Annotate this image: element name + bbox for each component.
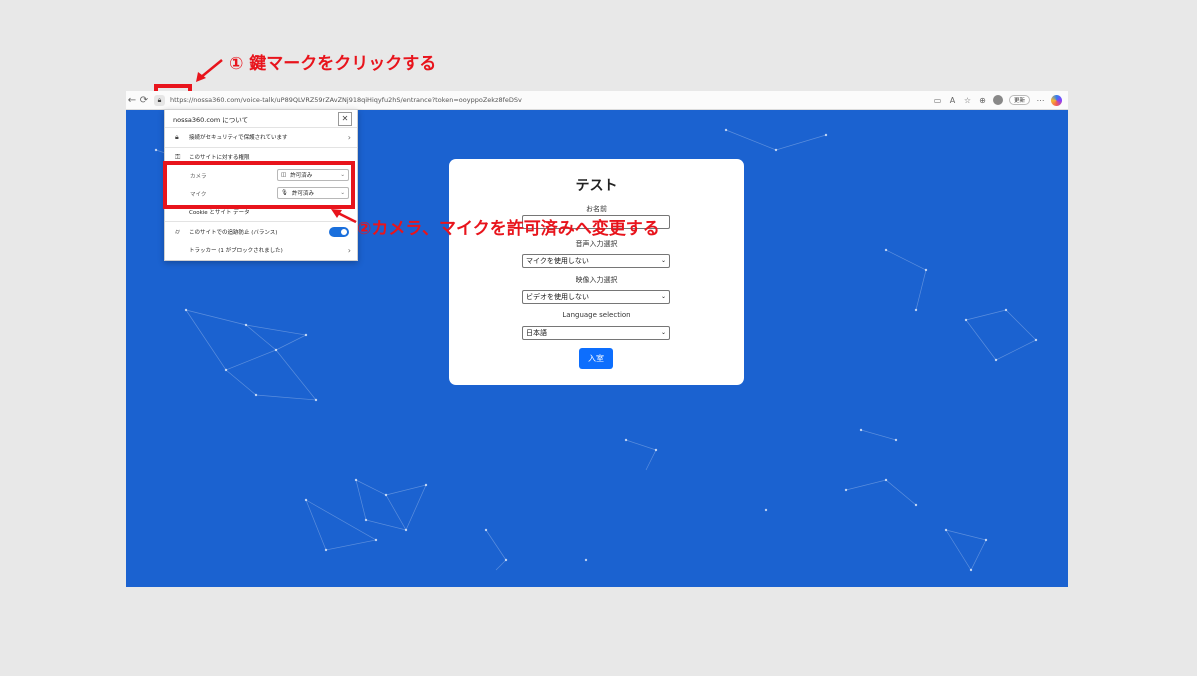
address-bar: ← ⟳ 🔒︎ https://nossa360.com/voice-talk/u…	[126, 91, 1068, 110]
tracking-prevention-toggle[interactable]	[329, 227, 349, 237]
video-select[interactable]: ビデオを使用しない ⌄	[522, 290, 670, 304]
read-aloud-icon[interactable]: A	[948, 96, 957, 105]
copilot-icon[interactable]	[1051, 94, 1062, 106]
back-icon[interactable]: ←	[126, 95, 138, 106]
audio-select-value: マイクを使用しない	[526, 257, 589, 265]
lang-select-value: 日本語	[526, 329, 547, 337]
chevron-down-icon: ⌄	[660, 257, 666, 264]
tracking-prevention-icon: ⌭	[175, 227, 181, 236]
lang-label: Language selection	[562, 311, 631, 319]
favorite-icon[interactable]: ☆	[963, 96, 972, 105]
trackers-row[interactable]: トラッカー (1 がブロックされました) ›	[175, 244, 351, 256]
camera-icon[interactable]: ▭	[933, 96, 942, 105]
annotation-arrow-2	[331, 209, 357, 224]
lock-icon: 🔒︎	[175, 132, 179, 141]
chevron-right-icon: ›	[347, 245, 351, 255]
popup-title: nossa360.com について	[173, 116, 249, 124]
profile-avatar[interactable]	[992, 95, 1003, 105]
name-label: お名前	[586, 205, 607, 213]
cookies-text: Cookie とサイト データ	[189, 210, 250, 216]
toolbar-right: ▭ A ☆ ⊕ 更新 ⋯	[933, 94, 1068, 106]
enter-button[interactable]: 入室	[579, 348, 613, 369]
update-button[interactable]: 更新	[1008, 95, 1030, 105]
url-text[interactable]: https://nossa360.com/voice-talk/uP89QLVR…	[170, 96, 522, 104]
close-icon[interactable]: ✕	[338, 112, 352, 126]
highlight-permissions	[163, 161, 355, 209]
divider	[165, 147, 357, 148]
annotation-step1: ① 鍵マークをクリックする	[229, 54, 437, 74]
annotation-step2: ②カメラ、マイクを許可済みへ変更する	[357, 219, 660, 239]
permissions-header: このサイトに対する権限	[189, 155, 250, 161]
tracking-prevention-text: このサイトでの追跡防止 (バランス)	[189, 230, 278, 236]
video-select-value: ビデオを使用しない	[526, 293, 589, 301]
audio-select[interactable]: マイクを使用しない ⌄	[522, 254, 670, 268]
entrance-form-card: テスト お名前 音声入力選択 マイクを使用しない ⌄ 映像入力選択 ビデオを使用…	[449, 159, 744, 385]
more-icon[interactable]: ⋯	[1036, 96, 1045, 105]
divider	[165, 127, 357, 128]
lock-icon[interactable]: 🔒︎	[154, 94, 165, 106]
form-title: テスト	[575, 178, 618, 194]
connection-text: 接続がセキュリティで保護されています	[189, 135, 288, 141]
tracking-prevention-row: ⌭ このサイトでの追跡防止 (バランス)	[175, 226, 351, 238]
connection-row[interactable]: 🔒︎ 接続がセキュリティで保護されています ›	[175, 131, 351, 143]
video-label: 映像入力選択	[575, 276, 618, 284]
annotation-arrow-1	[196, 59, 223, 82]
chevron-down-icon: ⌄	[660, 293, 666, 300]
chevron-down-icon: ⌄	[660, 329, 666, 336]
collections-icon[interactable]: ⊕	[978, 96, 987, 105]
chevron-right-icon: ›	[347, 132, 351, 142]
refresh-icon[interactable]: ⟳	[138, 95, 150, 106]
divider	[165, 221, 357, 222]
lang-select[interactable]: 日本語 ⌄	[522, 326, 670, 340]
audio-label: 音声入力選択	[575, 240, 618, 248]
trackers-text: トラッカー (1 がブロックされました)	[189, 248, 283, 254]
